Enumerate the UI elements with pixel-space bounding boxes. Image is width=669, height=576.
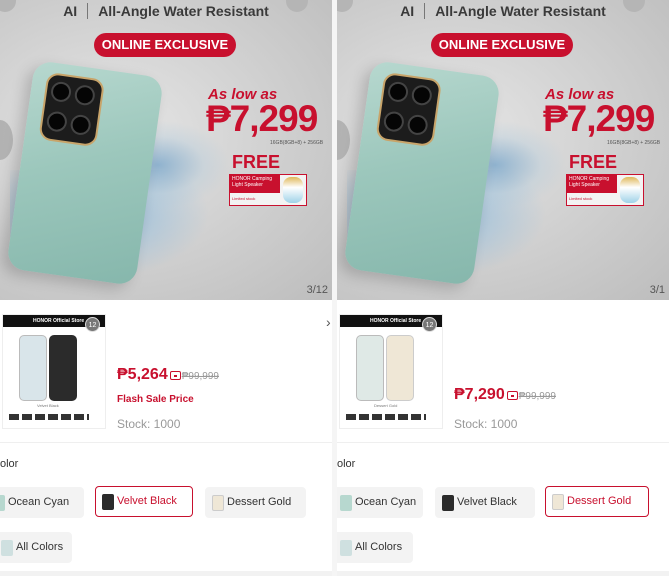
thumb-caption: Dessert Gold [374, 403, 398, 408]
banner-headline: All-Angle Water Resistant [435, 3, 606, 19]
camera-lens [73, 83, 97, 107]
color-option-label: Ocean Cyan [8, 496, 70, 508]
color-option-dessert-gold[interactable]: Dessert Gold [545, 486, 649, 517]
color-option-label: Dessert Gold [227, 496, 292, 508]
product-banner[interactable]: AI All-Angle Water Resistant ONLINE EXCLU… [0, 0, 332, 300]
color-option-label: Velvet Black [457, 496, 517, 508]
banner-headline: All-Angle Water Resistant [98, 3, 269, 19]
velvet-black-swatch-icon [442, 495, 454, 511]
phone-front-image [356, 335, 384, 401]
color-option-ocean-cyan[interactable]: Ocean Cyan [337, 487, 423, 518]
color-option-label: Velvet Black [117, 495, 177, 507]
gift-subtitle: Limited stock [232, 196, 256, 201]
stock-count: Stock: 1000 [454, 417, 518, 431]
gift-title: HONOR Camping Light Speaker [567, 175, 617, 193]
color-option-all-colors[interactable]: All Colors [0, 532, 72, 563]
speaker-image [283, 177, 303, 203]
stock-count: Stock: 1000 [117, 417, 181, 431]
ocean-cyan-swatch-icon [340, 495, 352, 511]
camera-lens [406, 113, 429, 137]
original-price: ₱99,999 [518, 391, 556, 402]
phone-front-image [19, 335, 47, 401]
online-exclusive-badge: ONLINE EXCLUSIVE [431, 33, 573, 57]
bottom-divider [337, 571, 669, 576]
camera-lens [382, 110, 406, 133]
product-thumbnail[interactable]: HONOR Official Store 12 Velvet Black [2, 314, 106, 429]
free-gift-box: HONOR Camping Light Speaker Limited stoc… [566, 174, 644, 206]
headline-separator [87, 3, 89, 19]
image-pager: 3/12 [306, 284, 328, 296]
spec-text: 16GB(8GB+8) + 256GB [270, 140, 324, 146]
ai-label: AI [400, 3, 415, 19]
speaker-image [620, 177, 640, 203]
banner-headline-row: AI All-Angle Water Resistant [337, 3, 669, 19]
zoom-badge: 12 [85, 317, 100, 332]
right-product-panel: AI All-Angle Water Resistant ONLINE EXCLU… [337, 0, 669, 576]
color-section-label: olor [0, 458, 19, 470]
color-option-velvet-black[interactable]: Velvet Black [95, 486, 193, 517]
color-option-velvet-black[interactable]: Velvet Black [435, 487, 535, 518]
certification-logos [346, 414, 426, 420]
certification-logos [9, 414, 89, 420]
ai-label: AI [63, 3, 78, 19]
camera-lens [410, 83, 434, 107]
spec-text: 16GB(8GB+8) + 256GB [607, 140, 661, 146]
gift-subtitle: Limited stock [569, 196, 593, 201]
zoom-badge: 12 [422, 317, 437, 332]
color-option-label: Ocean Cyan [355, 496, 417, 508]
color-option-all-colors[interactable]: All Colors [337, 532, 413, 563]
price-row: ₱5,264 ₱99,999 [117, 366, 219, 384]
camera-lens [49, 80, 73, 104]
color-option-label: All Colors [16, 541, 64, 553]
dessert-gold-swatch-icon [552, 494, 564, 510]
sale-price: ₱7,290 [454, 386, 505, 403]
gift-title: HONOR Camping Light Speaker [230, 175, 280, 193]
camera-lens [45, 110, 69, 133]
banner-price: ₱7,299 [543, 98, 655, 139]
voucher-icon [169, 371, 181, 380]
sale-price: ₱5,264 [117, 366, 168, 383]
banner-headline-row: AI All-Angle Water Resistant [0, 3, 332, 19]
all-colors-swatch-icon [340, 540, 352, 556]
phone-back-image [386, 335, 414, 401]
ocean-cyan-swatch-icon [0, 495, 5, 511]
original-price: ₱99,999 [181, 371, 219, 382]
camera-module [38, 71, 106, 148]
camera-module [375, 71, 443, 148]
free-gift-box: HONOR Camping Light Speaker Limited stoc… [229, 174, 307, 206]
free-label: FREE [232, 152, 281, 172]
flash-sale-label: Flash Sale Price [117, 394, 194, 405]
velvet-black-swatch-icon [102, 494, 114, 510]
free-label: FREE [569, 152, 618, 172]
color-option-ocean-cyan[interactable]: Ocean Cyan [0, 487, 84, 518]
online-exclusive-badge: ONLINE EXCLUSIVE [94, 33, 236, 57]
chevron-right-icon[interactable]: › [326, 314, 331, 330]
price-row: ₱7,290 ₱99,999 [454, 386, 556, 404]
banner-price: ₱7,299 [206, 98, 318, 139]
voucher-icon [506, 391, 518, 400]
dessert-gold-swatch-icon [212, 495, 224, 511]
section-divider [337, 442, 669, 443]
bottom-divider [0, 571, 332, 576]
camera-lens [386, 80, 410, 104]
color-option-label: All Colors [355, 541, 403, 553]
section-divider [0, 442, 332, 443]
camera-lens [69, 113, 92, 137]
product-thumbnail[interactable]: HONOR Official Store 12 Dessert Gold [339, 314, 443, 429]
color-option-dessert-gold[interactable]: Dessert Gold [205, 487, 306, 518]
color-option-label: Dessert Gold [567, 495, 632, 507]
headline-separator [424, 3, 426, 19]
image-pager: 3/1 [649, 284, 665, 296]
left-product-panel: AI All-Angle Water Resistant ONLINE EXCLU… [0, 0, 332, 576]
phone-back-image [49, 335, 77, 401]
color-section-label: olor [337, 458, 356, 470]
thumb-caption: Velvet Black [37, 403, 59, 408]
product-banner[interactable]: AI All-Angle Water Resistant ONLINE EXCLU… [337, 0, 669, 300]
all-colors-swatch-icon [1, 540, 13, 556]
